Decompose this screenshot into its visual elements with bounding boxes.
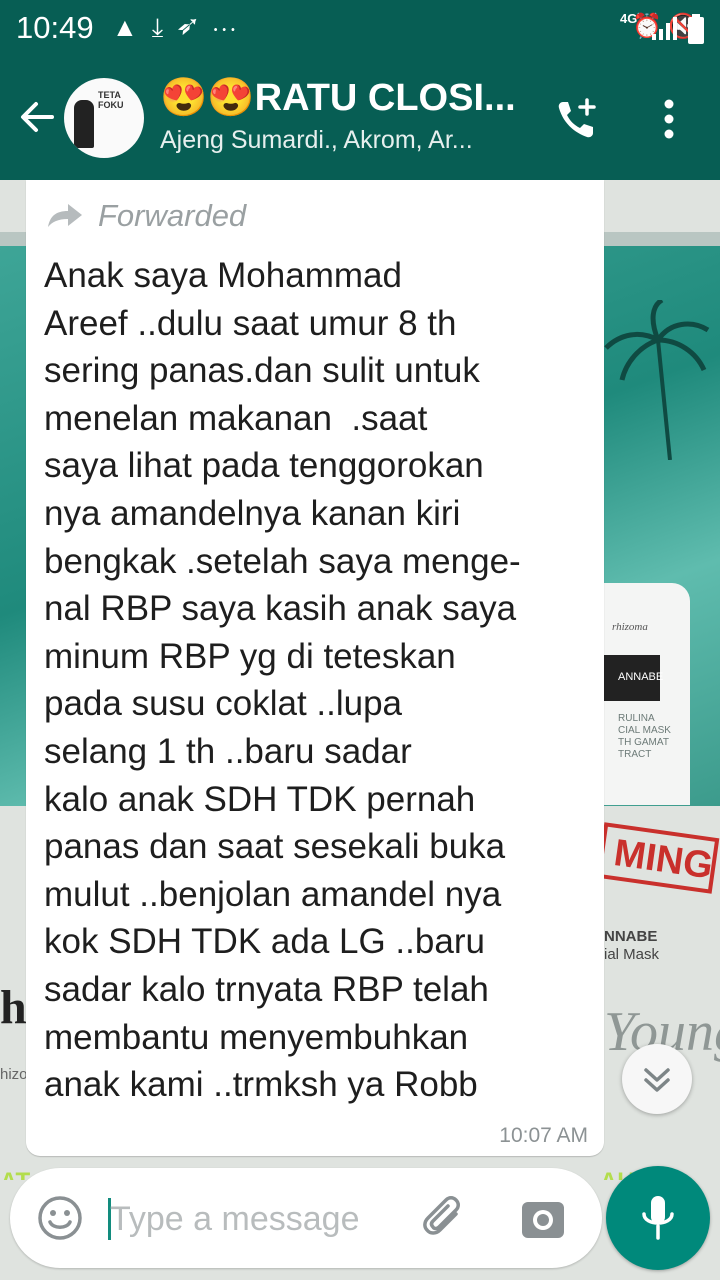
back-arrow-icon[interactable] (14, 94, 60, 140)
avatar-text: TETA FOKU (98, 90, 124, 110)
chat-header: TETA FOKU 😍😍RATU CLOSI... Ajeng Sumardi.… (0, 56, 720, 180)
status-time: 10:49 (16, 10, 94, 45)
group-avatar[interactable]: TETA FOKU (64, 78, 144, 158)
tube-label: ANNABE (600, 655, 663, 701)
tube-brand: rhizoma (612, 621, 648, 633)
message-line: saya lihat pada tenggorokan (44, 446, 484, 486)
add-call-icon[interactable] (554, 96, 600, 142)
camera-icon[interactable] (518, 1194, 568, 1244)
message-line: sering panas.dan sulit untuk (44, 351, 480, 391)
message-line: bengkak .setelah saya menge- (44, 541, 521, 581)
tube-small-text: RULINA CIAL MASK TH GAMAT TRACT (618, 713, 671, 761)
chat-area[interactable]: rhizoma ANNABE RULINA CIAL MASK TH GAMAT… (0, 180, 720, 1180)
twitter-icon: ➶ (177, 12, 212, 42)
message-line: kok SDH TDK ada LG ..baru (44, 922, 485, 962)
message-text: Anak saya Mohammad Areef ..dulu saat umu… (44, 252, 604, 1109)
signal-icon (652, 17, 677, 40)
message-line: sadar kalo trnyata RBP telah (44, 969, 489, 1009)
tube-small-line: RULINA (618, 713, 655, 724)
message-line: kalo anak SDH TDK pernah (44, 779, 476, 819)
emoji-icon[interactable] (36, 1194, 84, 1242)
group-members: Ajeng Sumardi., Akrom, Ar... (160, 126, 473, 154)
tube-small-line: TRACT (618, 749, 652, 760)
product-tube: rhizoma ANNABE RULINA CIAL MASK TH GAMAT… (600, 583, 690, 805)
message-timestamp: 10:07 AM (499, 1124, 588, 1147)
voice-message-button[interactable] (606, 1166, 710, 1270)
more-dots-icon: ⋯ (211, 12, 252, 42)
wallpaper-product-name: NNABE ial Mask (604, 928, 659, 964)
drive-icon: ▲ (112, 12, 152, 42)
message-line: membantu menyembuhkan (44, 1017, 469, 1057)
product-name: NNABE (604, 928, 658, 945)
message-bubble[interactable]: Forwarded Anak saya Mohammad Areef ..dul… (26, 180, 604, 1156)
tube-small-line: CIAL MASK (618, 725, 671, 736)
message-line: menelan makanan .saat (44, 398, 428, 438)
group-name-text: 😍😍RATU CLOSI... (160, 77, 516, 119)
microphone-icon (642, 1196, 674, 1240)
forward-arrow-icon (48, 204, 82, 227)
wallpaper-stamp: MING (596, 822, 720, 894)
tube-small-line: TH GAMAT (618, 737, 669, 748)
download-icon: ⤓ (151, 12, 178, 42)
forwarded-label: Forwarded (46, 198, 246, 234)
chat-title-area[interactable]: 😍😍RATU CLOSI... Ajeng Sumardi., Akrom, A… (160, 76, 530, 155)
group-name: 😍😍RATU CLOSI... (160, 76, 530, 120)
more-options-icon[interactable] (654, 96, 684, 142)
battery-icon (688, 14, 704, 44)
wallpaper-left-small: hizo (0, 1066, 28, 1083)
message-line: nal RBP saya kasih anak saya (44, 589, 517, 629)
message-line: panas dan saat sesekali buka (44, 827, 506, 867)
palm-tree-icon (604, 300, 710, 460)
scroll-to-bottom-button[interactable] (622, 1044, 692, 1114)
attach-icon[interactable] (420, 1194, 470, 1244)
forwarded-text: Forwarded (98, 198, 247, 233)
message-line: selang 1 th ..baru sadar (44, 731, 412, 771)
message-line: Anak saya Mohammad (44, 256, 402, 295)
double-chevron-down-icon (644, 1068, 670, 1092)
avatar-figure (74, 100, 94, 148)
message-line: minum RBP yg di teteskan (44, 636, 456, 676)
wallpaper-bottom-left: AT (0, 1168, 30, 1180)
message-line: mulut ..benjolan amandel nya (44, 874, 502, 914)
status-notification-icons: ▲⤓➶⋯ (112, 12, 251, 44)
product-sub: ial Mask (604, 946, 660, 963)
message-input-bar: Type a message (10, 1168, 602, 1268)
message-input[interactable]: Type a message (110, 1200, 359, 1239)
message-line: anak kami ..trmksh ya Robb (44, 1065, 478, 1105)
message-line: Areef ..dulu saat umur 8 th (44, 303, 457, 343)
message-line: pada susu coklat ..lupa (44, 684, 403, 724)
wallpaper-left-letter: h (0, 981, 27, 1034)
status-bar: 10:49 ▲⤓➶⋯ 4G ⏰🔇 (0, 0, 720, 56)
message-line: nya amandelnya kanan kiri (44, 493, 461, 533)
